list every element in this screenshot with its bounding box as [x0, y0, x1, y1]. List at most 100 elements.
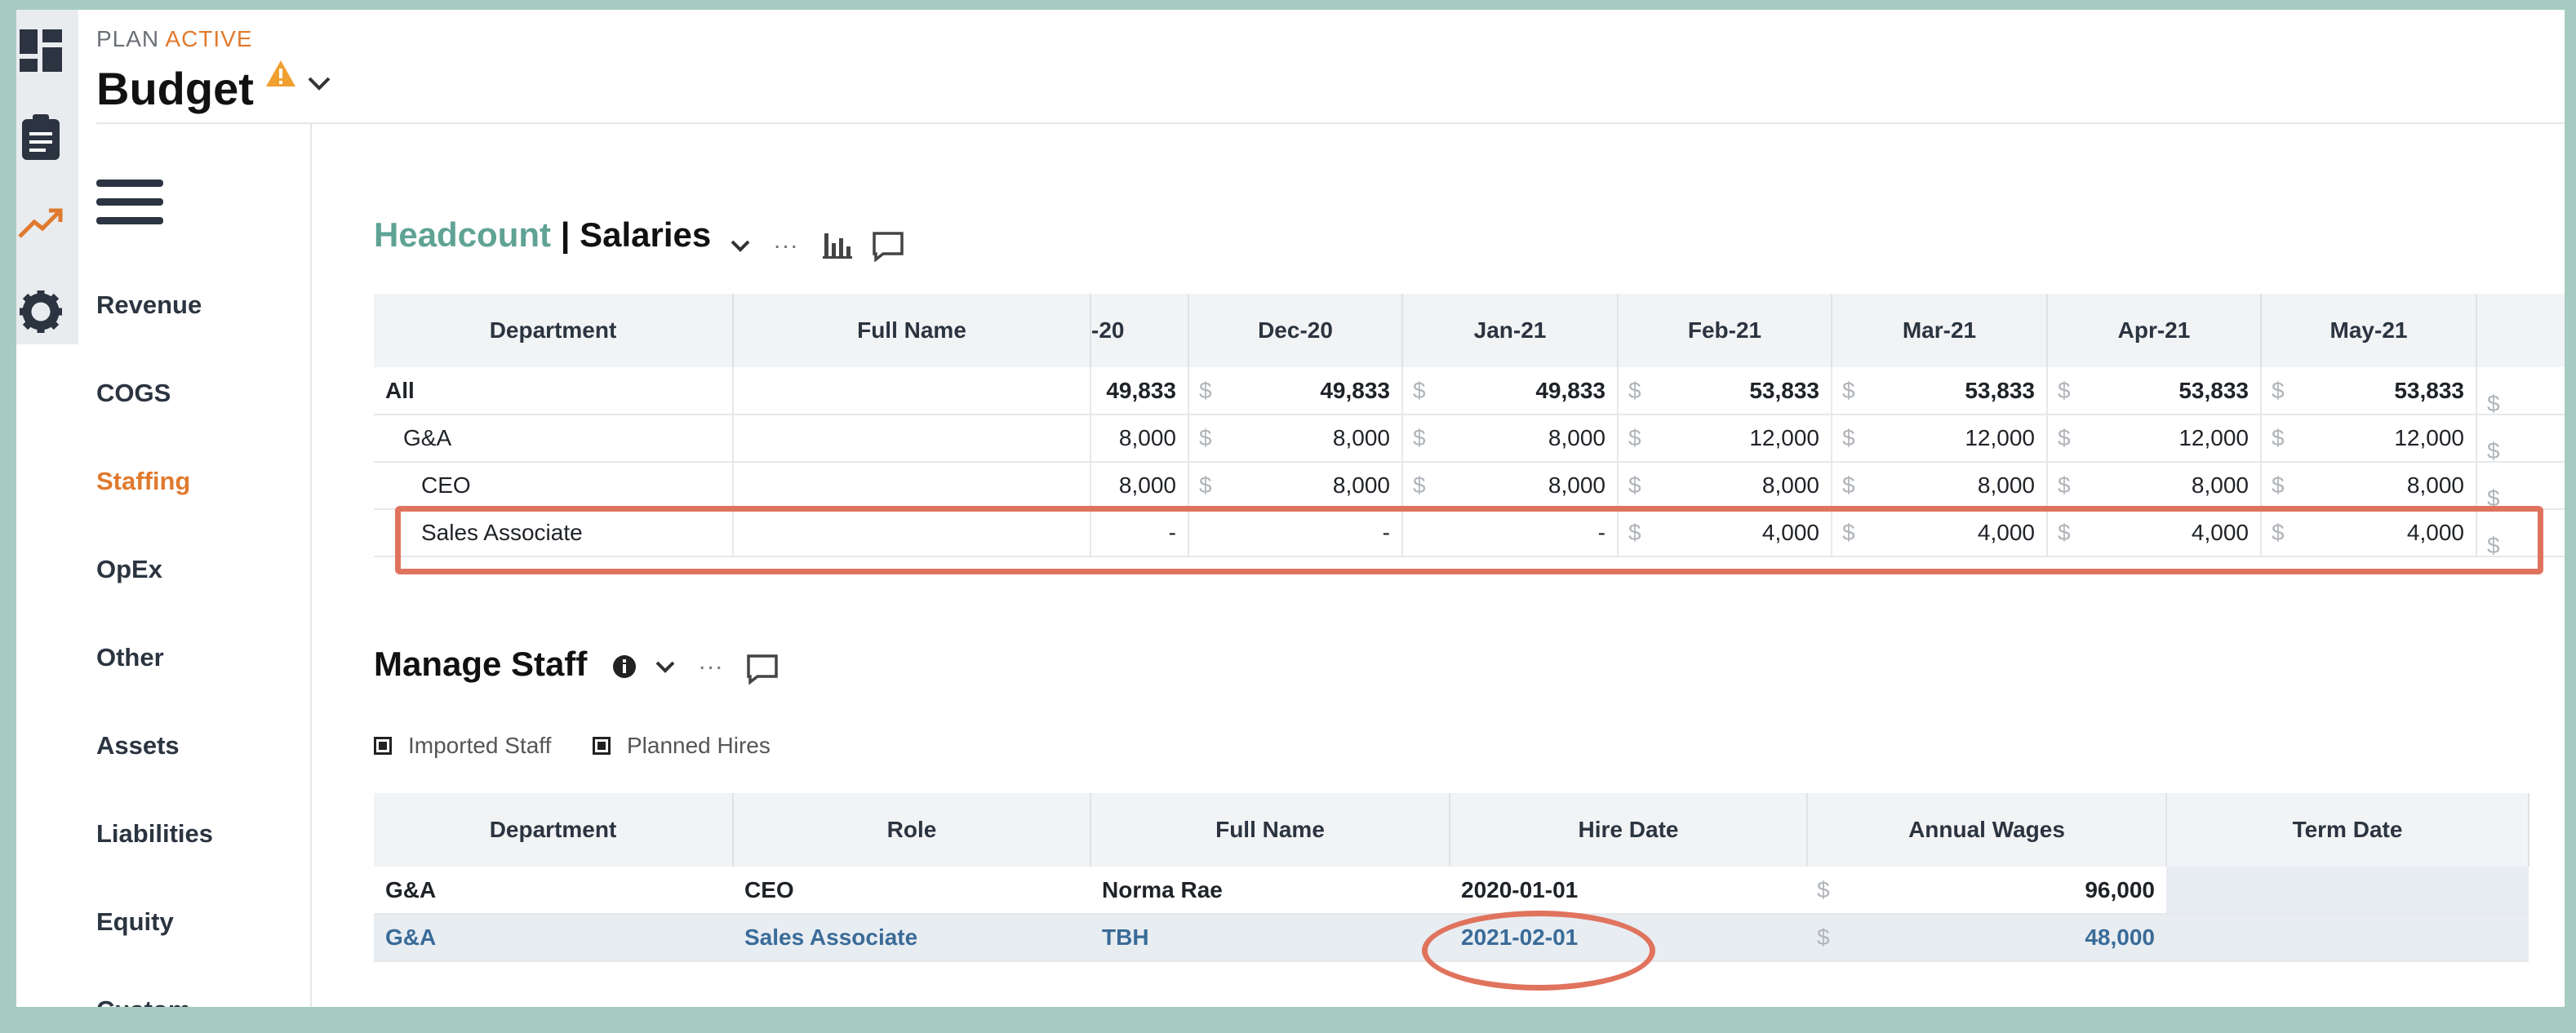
legend-planned-hires[interactable]: Planned Hires [593, 733, 771, 759]
value-cell[interactable]: $8,000 [1188, 462, 1403, 510]
salaries-tab[interactable]: Salaries [580, 215, 711, 254]
value-text: 53,833 [2394, 377, 2464, 403]
table-row[interactable]: G&A 8,000 $8,000 $8,000 $12,000 $12,000 $12,00… [374, 415, 2565, 463]
table-row[interactable]: G&A CEO Norma Rae 2020-01-01 $96,000 [374, 867, 2529, 915]
more-options-button[interactable]: ... [699, 648, 724, 676]
dashboard-icon[interactable] [16, 26, 65, 75]
checkbox-icon[interactable] [593, 737, 611, 755]
sidebar-item-revenue[interactable]: Revenue [96, 290, 202, 320]
headcount-tab[interactable]: Headcount [374, 215, 551, 254]
value-cell[interactable]: $8,000 [1832, 462, 2048, 510]
column-header[interactable]: -20 [1090, 294, 1189, 367]
value-cell[interactable]: $49,833 [1188, 367, 1403, 415]
more-options-button[interactable]: ... [774, 227, 799, 255]
sidebar-item-equity[interactable]: Equity [96, 907, 174, 937]
plan-prefix: PLAN [96, 26, 160, 51]
name-cell[interactable]: TBH [1090, 914, 1450, 962]
value-cell[interactable]: $ [2476, 415, 2565, 463]
value-cell[interactable]: $8,000 [1188, 415, 1403, 463]
column-header[interactable]: Dec-20 [1188, 294, 1403, 367]
table-row[interactable]: CEO 8,000 $8,000 $8,000 $8,000 $8,000 $8,000 $8… [374, 462, 2565, 510]
currency-symbol: $ [1199, 377, 1212, 403]
value-text: 48,000 [2085, 924, 2155, 950]
column-header[interactable]: Mar-21 [1832, 294, 2048, 367]
chevron-down-icon[interactable] [307, 75, 331, 95]
value-cell[interactable]: 8,000 [1090, 462, 1189, 510]
value-cell[interactable]: 49,833 [1090, 367, 1189, 415]
sidebar-item-other[interactable]: Other [96, 643, 164, 672]
column-header[interactable]: May-21 [2261, 294, 2477, 367]
currency-symbol: $ [1413, 425, 1426, 450]
sidebar-item-liabilities[interactable]: Liabilities [96, 819, 213, 849]
column-header[interactable]: Department [374, 793, 734, 867]
sidebar-item-cogs[interactable]: COGS [96, 379, 171, 408]
checkbox-icon[interactable] [374, 737, 392, 755]
value-cell[interactable]: $12,000 [2047, 415, 2262, 463]
clipboard-icon[interactable] [16, 113, 65, 162]
warning-icon[interactable] [264, 59, 297, 92]
wages-cell[interactable]: $48,000 [1807, 914, 2166, 962]
value-cell[interactable]: $53,833 [2261, 367, 2477, 415]
currency-symbol: $ [2058, 472, 2071, 498]
column-header[interactable]: Full Name [733, 294, 1091, 367]
gear-icon[interactable] [16, 287, 65, 336]
value-text: 49,833 [1106, 377, 1176, 403]
info-icon[interactable] [609, 651, 640, 682]
full-name-cell [733, 415, 1091, 463]
column-header[interactable]: Term Date [2166, 793, 2529, 867]
column-header[interactable]: Role [733, 793, 1091, 867]
sidebar-item-staffing[interactable]: Staffing [96, 467, 190, 496]
value-cell[interactable]: $12,000 [1618, 415, 1832, 463]
value-cell[interactable]: $53,833 [2047, 367, 2262, 415]
dept-cell[interactable]: G&A [374, 867, 733, 915]
currency-symbol: $ [1817, 876, 1830, 902]
value-cell[interactable]: $8,000 [1402, 462, 1619, 510]
chevron-down-icon[interactable] [651, 653, 679, 681]
currency-symbol: $ [2058, 377, 2071, 403]
column-header[interactable]: Full Name [1090, 793, 1450, 867]
menu-icon[interactable] [96, 180, 163, 232]
value-cell[interactable]: 8,000 [1090, 415, 1189, 463]
currency-symbol: $ [2272, 472, 2285, 498]
value-text: 12,000 [1965, 425, 2035, 450]
value-cell[interactable]: $8,000 [1618, 462, 1832, 510]
wages-cell[interactable]: $96,000 [1807, 867, 2166, 915]
column-header[interactable]: Apr-21 [2047, 294, 2262, 367]
role-cell[interactable]: Sales Associate [733, 914, 1090, 962]
legend-imported-staff[interactable]: Imported Staff [374, 733, 551, 759]
comment-icon[interactable] [744, 651, 780, 687]
value-cell[interactable]: $12,000 [1832, 415, 2048, 463]
dept-cell[interactable]: G&A [374, 914, 733, 962]
column-header[interactable]: Feb-21 [1618, 294, 1832, 367]
bar-chart-icon[interactable] [819, 227, 855, 263]
sidebar-item-assets[interactable]: Assets [96, 731, 180, 760]
chevron-down-icon[interactable] [726, 232, 754, 259]
term-cell[interactable] [2166, 867, 2529, 915]
column-header[interactable]: Annual Wages [1807, 793, 2167, 867]
hire-cell[interactable]: 2020-01-01 [1450, 867, 1807, 915]
value-cell[interactable]: $8,000 [2047, 462, 2262, 510]
value-cell[interactable]: $ [2476, 367, 2565, 415]
trend-icon[interactable] [16, 199, 65, 248]
table-row[interactable]: All 49,833 $49,833 $49,833 $53,833 $53,833 $53… [374, 367, 2565, 415]
role-cell[interactable]: CEO [733, 867, 1090, 915]
column-header[interactable]: Jan-21 [1402, 294, 1619, 367]
term-cell[interactable] [2166, 914, 2529, 962]
comment-icon[interactable] [870, 228, 906, 264]
currency-symbol: $ [1199, 425, 1212, 450]
sidebar-item-custom[interactable]: Custom [96, 995, 190, 1007]
value-cell[interactable]: $8,000 [2261, 462, 2477, 510]
name-cell[interactable]: Norma Rae [1090, 867, 1450, 915]
value-cell[interactable]: $53,833 [1618, 367, 1832, 415]
value-cell[interactable]: $12,000 [2261, 415, 2477, 463]
value-text: 49,833 [1535, 377, 1606, 403]
value-cell[interactable]: $8,000 [1402, 415, 1619, 463]
column-header[interactable]: Hire Date [1450, 793, 1808, 867]
column-header[interactable] [2476, 294, 2565, 367]
column-header[interactable]: Department [374, 294, 734, 367]
value-cell[interactable]: $49,833 [1402, 367, 1619, 415]
plan-status: ACTIVE [165, 26, 253, 51]
sidebar-item-opex[interactable]: OpEx [96, 555, 162, 584]
value-cell[interactable]: $ [2476, 462, 2565, 510]
value-cell[interactable]: $53,833 [1832, 367, 2048, 415]
